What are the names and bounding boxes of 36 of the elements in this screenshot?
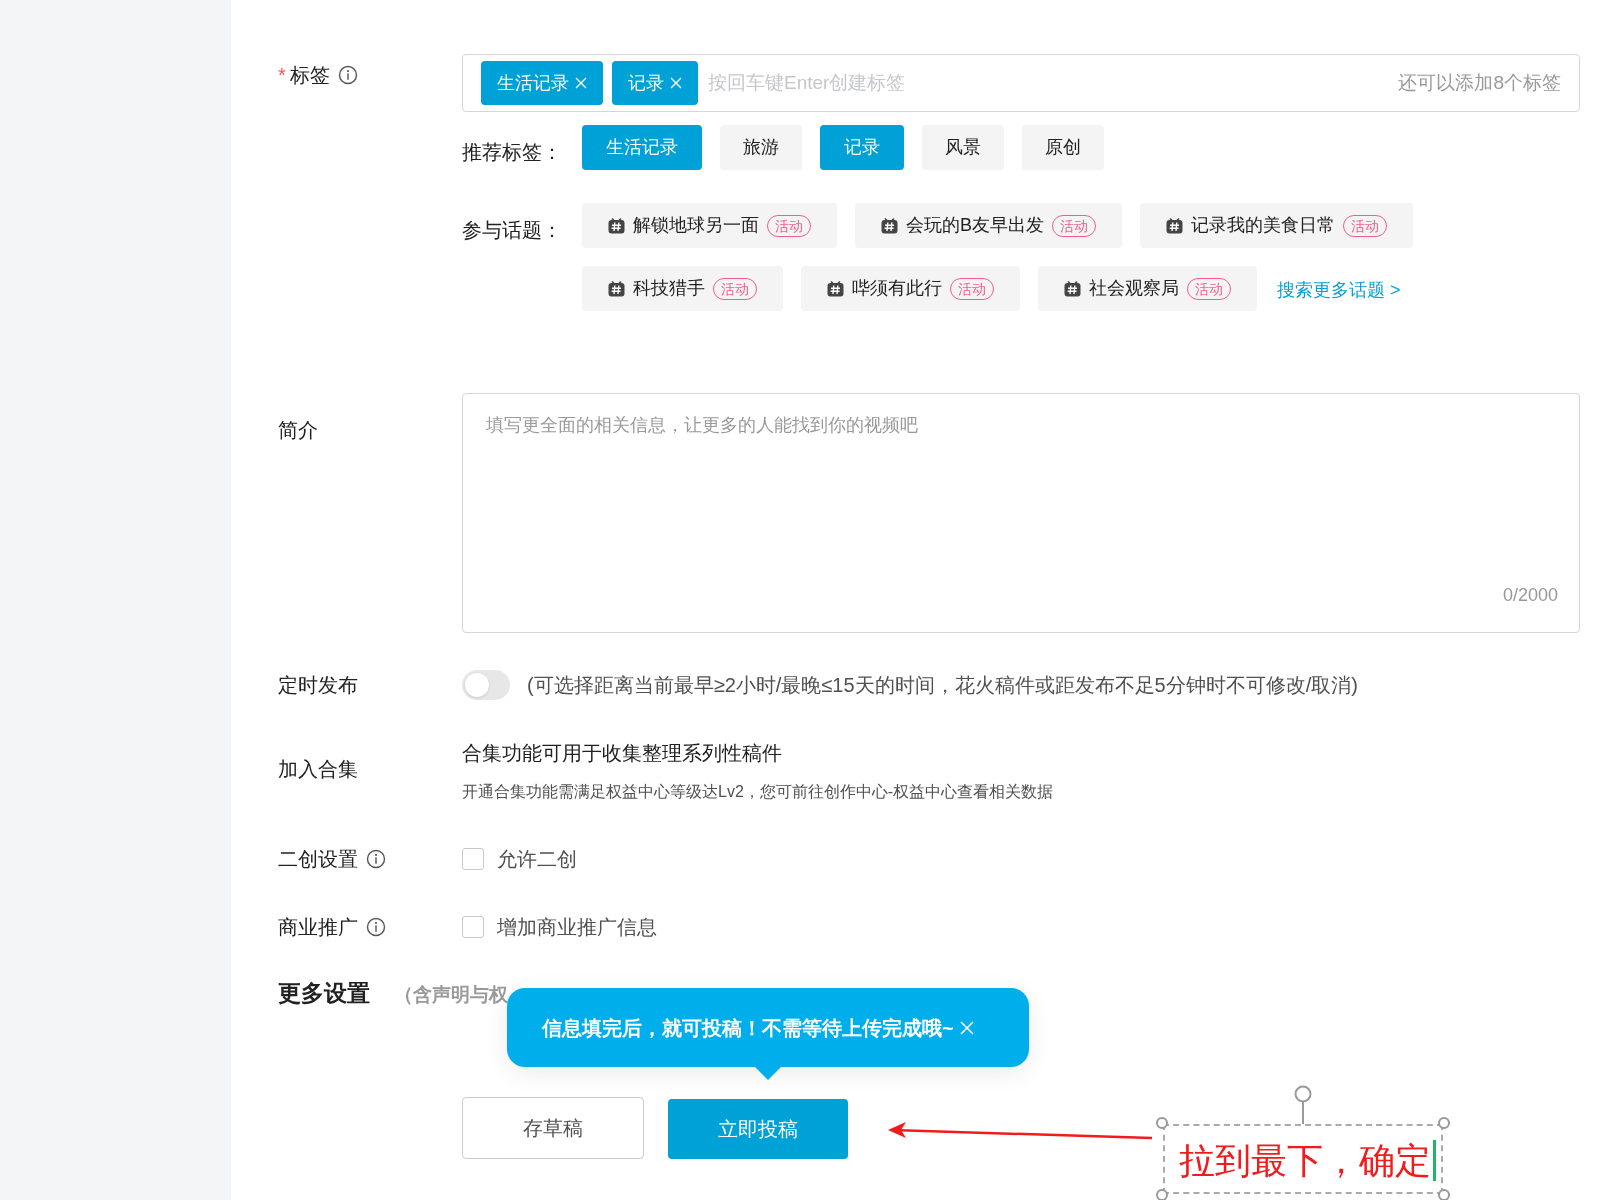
field-label: 定时发布 [278, 673, 358, 698]
annotation-text: 拉到最下，确定 [1179, 1140, 1436, 1181]
field-label: 标签 [289, 63, 330, 88]
required-mark: * [278, 63, 286, 88]
topic-name: 社会观察局 [1089, 277, 1179, 300]
checkbox-label: 允许二创 [497, 847, 577, 872]
collection-title: 合集功能可用于收集整理系列性稿件 [462, 741, 783, 766]
field-label: 二创设置 [278, 847, 358, 872]
recommended-tag[interactable]: 风景 [922, 125, 1004, 170]
recommended-tag[interactable]: 原创 [1022, 125, 1104, 170]
topic-name: 哔须有此行 [852, 277, 942, 300]
recommend-label: 推荐标签： [462, 139, 563, 165]
field-label: 简介 [278, 418, 318, 443]
topic-chip[interactable]: 记录我的美食日常 活动 [1140, 203, 1413, 248]
topic-name: 记录我的美食日常 [1191, 214, 1335, 237]
recommended-tag[interactable]: 旅游 [720, 125, 802, 170]
field-label: 商业推广 [278, 915, 358, 940]
topic-name: 解锁地球另一面 [633, 214, 759, 237]
checkbox-label: 增加商业推广信息 [497, 915, 657, 940]
topic-chip[interactable]: 会玩的B友早出发 活动 [855, 203, 1122, 248]
topic-name: 会玩的B友早出发 [906, 214, 1044, 237]
topic-name: 科技猎手 [633, 277, 705, 300]
topics-label: 参与话题： [462, 218, 563, 243]
section-title: 更多设置 [278, 979, 370, 1008]
topic-chip[interactable]: 解锁地球另一面 活动 [582, 203, 837, 248]
topic-chip[interactable]: 科技猎手 活动 [582, 266, 783, 311]
character-counter: 0/2000 [1502, 584, 1558, 607]
topic-chip[interactable]: 社会观察局 活动 [1038, 266, 1257, 311]
tag-count-hint: 还可以添加8个标签 [1398, 70, 1561, 95]
field-label: 加入合集 [278, 757, 358, 782]
tooltip-text: 信息填完后，就可投稿！不需等待上传完成哦~ [542, 1015, 954, 1041]
collection-note: 开通合集功能需满足权益中心等级达Lv2，您可前往创作中心-权益中心查看相关数据 [462, 782, 1055, 802]
draft-button[interactable]: 存草稿 [462, 1096, 644, 1159]
section-subtitle: （含声明与权 [394, 983, 508, 1007]
topic-chip[interactable]: 哔须有此行 活动 [801, 266, 1020, 311]
schedule-hint: (可选择距离当前最早≥2小时/最晚≤15天的时间，花火稿件或距发布不足5分钟时不可修改/取消) [527, 673, 1358, 698]
